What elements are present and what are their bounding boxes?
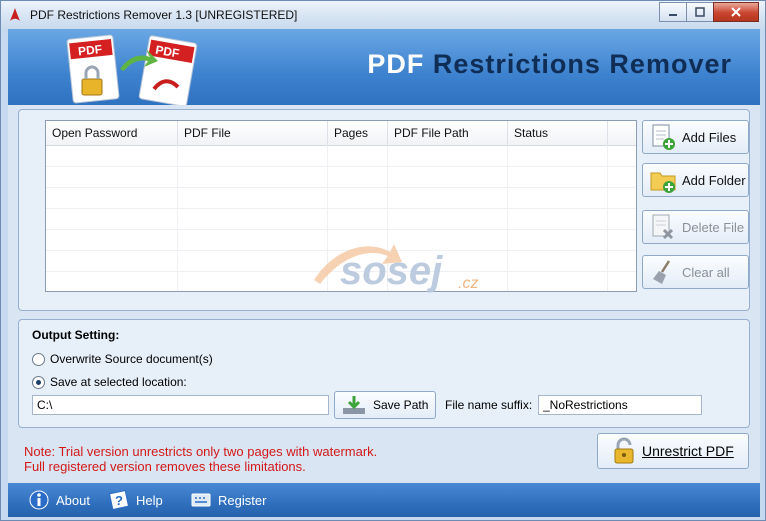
svg-text:.cz: .cz (458, 275, 478, 292)
save-path-label: Save Path (373, 398, 429, 412)
overwrite-radio[interactable] (32, 352, 45, 366)
add-files-icon (648, 123, 678, 151)
app-pdf-icon (10, 8, 20, 21)
window-controls (659, 2, 759, 22)
add-folder-icon (648, 166, 678, 194)
column-open-password[interactable]: Open Password (46, 121, 178, 145)
delete-file-button[interactable]: Delete File (642, 210, 749, 244)
info-icon (28, 489, 50, 511)
help-button[interactable]: ? Help (108, 489, 163, 511)
output-path-input[interactable] (32, 395, 329, 415)
svg-text:sosej: sosej (340, 249, 443, 293)
register-label: Register (218, 492, 267, 508)
broom-icon (648, 258, 678, 286)
overwrite-option[interactable]: Overwrite Source document(s) (32, 352, 213, 366)
add-files-button[interactable]: Add Files (642, 120, 749, 154)
minimize-icon (669, 14, 677, 16)
save-location-radio[interactable] (32, 375, 45, 389)
maximize-button[interactable] (686, 2, 714, 22)
trial-note-line2: Full registered version removes these li… (24, 459, 306, 474)
svg-text:?: ? (115, 493, 123, 508)
grid-line (46, 208, 636, 209)
output-setting-title: Output Setting: (32, 328, 120, 342)
save-location-label: Save at selected location: (50, 375, 187, 389)
grid-line (46, 187, 636, 188)
trial-note-line1: Note: Trial version unrestricts only two… (24, 444, 378, 459)
register-button[interactable]: Register (190, 489, 266, 511)
file-list-panel: Open Password PDF File Pages PDF File Pa… (18, 109, 750, 311)
save-path-icon (339, 393, 369, 417)
app-brand-title: PDF Restrictions Remover (367, 49, 732, 80)
bottom-toolbar: About ? Help Register (8, 483, 760, 517)
suffix-label: File name suffix: (445, 398, 533, 412)
about-label: About (56, 492, 90, 508)
help-label: Help (136, 492, 163, 508)
add-files-label: Add Files (682, 129, 737, 145)
grid-line (46, 166, 636, 167)
brand-pdf-text: PDF (367, 49, 425, 79)
register-icon (190, 489, 212, 511)
close-icon (731, 7, 741, 17)
column-pages[interactable]: Pages (328, 121, 388, 145)
output-setting-panel: Output Setting: Overwrite Source documen… (18, 319, 750, 428)
pdf-documents-logo-icon: PDF PDF (66, 34, 198, 105)
header-banner: PDF PDF PDF Restrictions Remover (8, 29, 760, 105)
overwrite-label: Overwrite Source document(s) (50, 352, 213, 366)
about-button[interactable]: About (28, 489, 90, 511)
save-path-button[interactable]: Save Path (334, 391, 436, 419)
clear-all-label: Clear all (682, 264, 730, 280)
delete-file-label: Delete File (682, 219, 745, 235)
title-bar: PDF Restrictions Remover 1.3 [UNREGISTER… (1, 1, 765, 29)
delete-file-icon (648, 213, 678, 241)
lock-icon (612, 436, 636, 466)
suffix-input[interactable] (538, 395, 702, 415)
clear-all-button[interactable]: Clear all (642, 255, 749, 289)
app-window: PDF Restrictions Remover 1.3 [UNREGISTER… (0, 0, 766, 521)
column-pdf-file-path[interactable]: PDF File Path (388, 121, 508, 145)
column-status[interactable]: Status (508, 121, 608, 145)
add-folder-label: Add Folder (682, 172, 746, 188)
window-title: PDF Restrictions Remover 1.3 [UNREGISTER… (30, 8, 298, 22)
close-button[interactable] (713, 2, 759, 22)
trial-note: Note: Trial version unrestricts only two… (24, 444, 377, 474)
help-icon: ? (108, 489, 130, 511)
brand-name-text: Restrictions Remover (432, 49, 732, 79)
unrestrict-pdf-label: Unrestrict PDF (642, 443, 734, 459)
add-folder-button[interactable]: Add Folder (642, 163, 749, 197)
grid-line (46, 229, 636, 230)
unrestrict-pdf-button[interactable]: Unrestrict PDF (597, 433, 749, 469)
file-list-header: Open Password PDF File Pages PDF File Pa… (46, 121, 636, 146)
svg-text:PDF: PDF (77, 42, 102, 58)
column-pdf-file[interactable]: PDF File (178, 121, 328, 145)
save-location-option[interactable]: Save at selected location: (32, 375, 187, 389)
maximize-icon (695, 7, 705, 17)
minimize-button[interactable] (659, 2, 687, 22)
main-content: Open Password PDF File Pages PDF File Pa… (8, 105, 760, 483)
watermark-logo-icon: sosej .cz (314, 244, 478, 293)
